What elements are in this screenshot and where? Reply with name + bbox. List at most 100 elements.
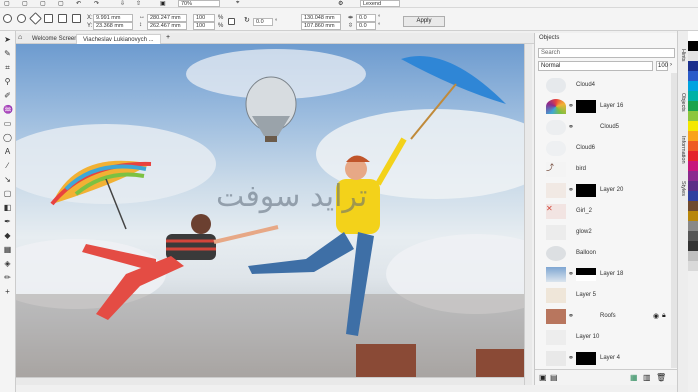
scale-width-input[interactable]: 100 (193, 14, 215, 22)
new-layer-icon[interactable]: ▣ (539, 373, 547, 382)
tab-welcome-screen[interactable]: Welcome Screen (26, 34, 84, 44)
vertical-scrollbar[interactable] (524, 44, 532, 385)
color-swatch[interactable] (688, 171, 698, 181)
list-item[interactable]: ⚭ Layer 16 (538, 96, 671, 117)
shadow-tool-icon[interactable]: ▢ (3, 189, 12, 198)
pick-tool-icon[interactable]: ➤ (3, 35, 12, 44)
layer-search-input[interactable]: Search (538, 48, 675, 58)
open-icon[interactable]: ▢ (22, 0, 28, 7)
interactive-fill-icon[interactable]: ◆ (3, 231, 12, 240)
rect-mode-icon[interactable] (44, 14, 53, 23)
color-swatch[interactable] (688, 91, 698, 101)
polygon-mode-icon[interactable] (29, 12, 42, 25)
rotation-a-input[interactable]: 0.0 (356, 14, 376, 22)
chevron-right-icon[interactable]: › (670, 62, 672, 68)
list-item[interactable]: Layer 10 (538, 327, 671, 348)
list-item[interactable]: Layer 5 (538, 285, 671, 306)
color-swatch[interactable] (688, 211, 698, 221)
tab-objects[interactable]: Objects (680, 93, 686, 112)
list-item[interactable]: Balloon (538, 243, 671, 264)
lock-icon[interactable]: 🔒︎ (662, 312, 666, 320)
add-tab-icon[interactable]: + (166, 34, 170, 41)
list-item[interactable]: ✕ Girl_2 (538, 201, 671, 222)
transparency-tool-icon[interactable]: ◧ (3, 203, 12, 212)
color-swatch[interactable] (688, 241, 698, 251)
color-swatch[interactable] (688, 101, 698, 111)
color-swatch[interactable] (688, 31, 698, 41)
color-swatch[interactable] (688, 161, 698, 171)
group-icon[interactable]: ▥ (643, 373, 651, 382)
color-swatch[interactable] (688, 41, 698, 51)
position-height-input[interactable]: 107.860 mm (301, 22, 341, 30)
color-swatch[interactable] (688, 231, 698, 241)
y-position-input[interactable]: 23.368 mm (93, 22, 133, 30)
opacity-input[interactable]: 100 (656, 61, 668, 71)
color-swatch[interactable] (688, 81, 698, 91)
list-item[interactable]: Cloud4 (538, 75, 671, 96)
width-input[interactable]: 280.247 mm (147, 14, 187, 22)
new-master-layer-icon[interactable]: ▤ (550, 373, 558, 382)
ellipse-mode-icon[interactable] (17, 14, 26, 23)
list-item[interactable]: glow2 (538, 222, 671, 243)
delete-icon[interactable]: 🗑︎ (656, 373, 666, 382)
scale-height-input[interactable]: 100 (193, 22, 215, 30)
eyedropper-icon[interactable]: ✒ (3, 217, 12, 226)
list-item[interactable]: ⚭ Layer 4 (538, 348, 671, 369)
color-swatch[interactable] (688, 131, 698, 141)
tab-information[interactable]: Information (680, 136, 686, 164)
mask-icon[interactable]: ▦ (630, 373, 638, 382)
color-swatch[interactable] (688, 141, 698, 151)
list-item[interactable]: Cloud6 (538, 138, 671, 159)
color-swatch[interactable] (688, 191, 698, 201)
import-icon[interactable]: ⇩ (120, 0, 125, 7)
export-icon[interactable]: ⇧ (136, 0, 141, 7)
color-swatch[interactable] (688, 201, 698, 211)
list-item[interactable]: ⚭ Roofs ◉ 🔒︎ (538, 306, 671, 327)
crop-tool-icon[interactable]: ⌗ (3, 63, 12, 72)
mirror-mode-icon[interactable] (72, 14, 81, 23)
list-item[interactable]: ⚭ Cloud5 (538, 117, 671, 138)
color-swatch[interactable] (688, 261, 698, 271)
x-position-input[interactable]: 9.991 mm (93, 14, 133, 22)
mesh-fill-icon[interactable]: ◈ (3, 259, 12, 268)
lock-ratio-icon[interactable] (228, 18, 235, 25)
home-icon[interactable]: ⌂ (18, 34, 22, 41)
visibility-eye-icon[interactable]: ◉ (653, 312, 659, 320)
color-swatch[interactable] (688, 151, 698, 161)
add-tool-icon[interactable]: + (3, 287, 12, 296)
rotation-b-input[interactable]: 0.0 (356, 22, 376, 30)
color-swatch[interactable] (688, 221, 698, 231)
height-input[interactable]: 262.467 mm (147, 22, 187, 30)
smart-fill-icon[interactable]: ▦ (3, 245, 12, 254)
connector-tool-icon[interactable]: ↘ (3, 175, 12, 184)
redo-icon[interactable]: ↷ (94, 0, 99, 7)
position-width-input[interactable]: 130.048 mm (301, 14, 341, 22)
freehand-tool-icon[interactable]: ✐ (3, 91, 12, 100)
zoom-tool-icon[interactable]: ⚲ (3, 77, 12, 86)
parallel-dim-icon[interactable]: ∕ (3, 161, 12, 170)
tab-document[interactable]: Viacheslav Lukianovych ... (76, 34, 161, 44)
apply-button[interactable]: Apply (403, 16, 445, 27)
drawing-canvas[interactable]: ترايد سوفت (16, 44, 524, 377)
color-swatch[interactable] (688, 111, 698, 121)
text-tool-icon[interactable]: A (3, 147, 12, 156)
color-swatch[interactable] (688, 121, 698, 131)
shape-tool-icon[interactable] (3, 14, 12, 23)
zoom-select[interactable]: 70% (178, 0, 220, 7)
outline-pen-icon[interactable]: ✏ (3, 273, 12, 282)
ellipse-tool-icon[interactable]: ◯ (3, 133, 12, 142)
snap-icon[interactable]: ⌖ (236, 0, 239, 7)
fullscreen-icon[interactable]: ▣ (160, 0, 166, 7)
settings-icon[interactable]: ⚙ (338, 0, 343, 7)
save-icon[interactable]: ▢ (40, 0, 46, 7)
tab-styles[interactable]: Styles (680, 181, 686, 196)
list-item[interactable]: ⚭ Layer 20 (538, 180, 671, 201)
color-swatch[interactable] (688, 251, 698, 261)
print-icon[interactable]: ▢ (58, 0, 64, 7)
font-select[interactable]: Lexend (360, 0, 400, 7)
rectangle-tool-icon[interactable]: ▭ (3, 119, 12, 128)
new-doc-icon[interactable]: ▢ (4, 0, 10, 7)
list-item[interactable]: ⚭ Layer 18 (538, 264, 671, 285)
node-edit-icon[interactable]: ✎ (3, 49, 12, 58)
color-swatch[interactable] (688, 181, 698, 191)
